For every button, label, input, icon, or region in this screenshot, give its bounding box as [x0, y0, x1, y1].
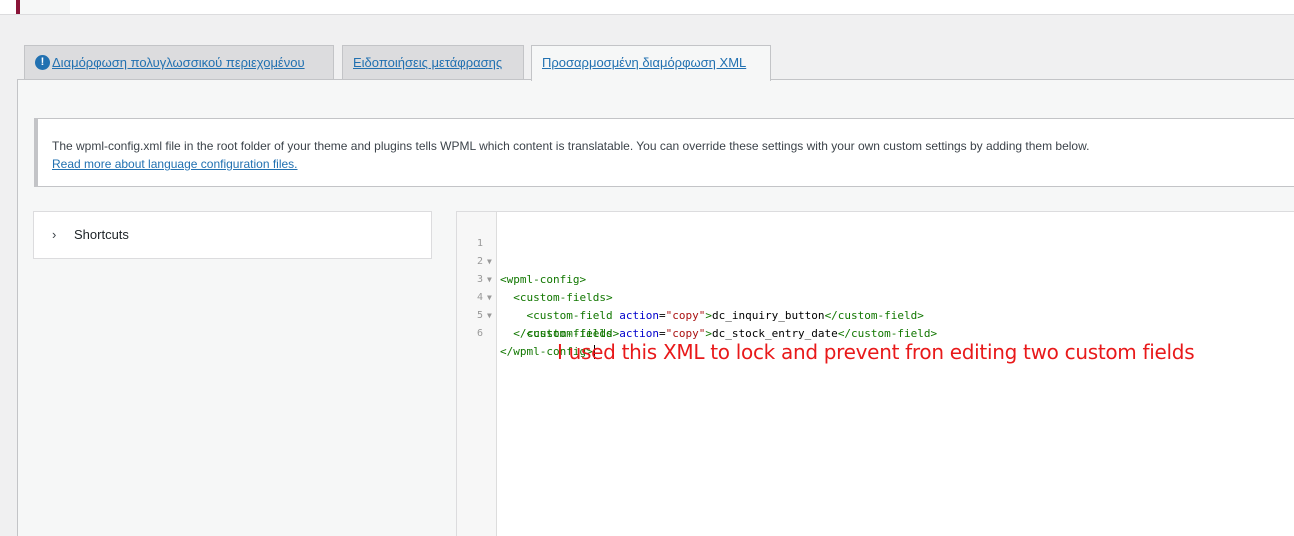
tab-label: Ειδοποιήσεις μετάφρασης — [353, 55, 503, 70]
chevron-right-icon: › — [52, 227, 57, 242]
xml-tag: <custom-field — [526, 309, 613, 322]
xml-code-editor[interactable]: 1 ▼ <wpml-config> 2 ▼ <custom-fields> 3 … — [456, 211, 1294, 536]
notice-text: The wpml-config.xml file in the root fol… — [52, 139, 1090, 153]
code-line: 3 ▼ <custom-field action="copy">dc_inqui… — [457, 253, 924, 322]
fold-toggle-icon[interactable]: ▼ — [487, 307, 492, 325]
xml-tag: > — [705, 327, 712, 340]
xml-equals: = — [658, 309, 666, 322]
language-config-link[interactable]: Read more about language configuration f… — [52, 157, 298, 171]
xml-string: "copy" — [665, 327, 706, 340]
tab-label: Διαμόρφωση πολυγλωσσικού περιεχομένου — [52, 55, 305, 70]
tab-translation-notifications[interactable]: Ειδοποιήσεις μετάφρασης — [342, 45, 524, 79]
shortcuts-label: Shortcuts — [74, 227, 129, 242]
xml-equals: = — [658, 327, 666, 340]
code-line: 5 </custom-fields> — [457, 289, 619, 340]
xml-tag: </custom-fields> — [513, 327, 620, 340]
fold-toggle-icon[interactable]: ▼ — [487, 271, 492, 289]
code-line: 6 </wpml-config> — [457, 307, 595, 359]
top-tab-stub — [20, 0, 70, 14]
xml-string: "copy" — [665, 309, 706, 322]
xml-text: dc_stock_entry_date — [711, 327, 838, 340]
xml-tag: <wpml-config> — [500, 273, 587, 286]
fold-toggle-icon[interactable]: ▼ — [487, 253, 492, 271]
code-line: 1 ▼ <wpml-config> — [457, 217, 586, 286]
xml-tag: <custom-fields> — [513, 291, 613, 304]
tab-label: Προσαρμοσμένη διαμόρφωση XML — [542, 55, 747, 70]
code-line: 2 ▼ <custom-fields> — [457, 235, 613, 304]
xml-tag: </custom-field> — [824, 309, 924, 322]
xml-attribute: action — [619, 327, 659, 340]
fold-toggle-icon[interactable]: ▼ — [487, 289, 492, 307]
admin-top-strip — [0, 0, 1294, 15]
tab-multilingual-content-setup[interactable]: ! Διαμόρφωση πολυγλωσσικού περιεχομένου — [24, 45, 334, 79]
info-notice: The wpml-config.xml file in the root fol… — [34, 118, 1294, 187]
xml-tag: </custom-field> — [837, 327, 938, 340]
xml-text: dc_inquiry_button — [711, 309, 825, 322]
xml-attribute: action — [619, 309, 659, 322]
line-number: 6 — [476, 328, 483, 339]
annotation-text: I used this XML to lock and prevent fron… — [557, 340, 1195, 364]
code-line: 4 ▼ <custom-field action="copy">dc_stock… — [457, 271, 937, 340]
shortcuts-toggle[interactable]: › Shortcuts — [33, 211, 432, 259]
tab-custom-xml-configuration[interactable]: Προσαρμοσμένη διαμόρφωση XML — [531, 45, 771, 81]
info-icon: ! — [35, 55, 50, 71]
xml-tag: > — [705, 309, 712, 322]
